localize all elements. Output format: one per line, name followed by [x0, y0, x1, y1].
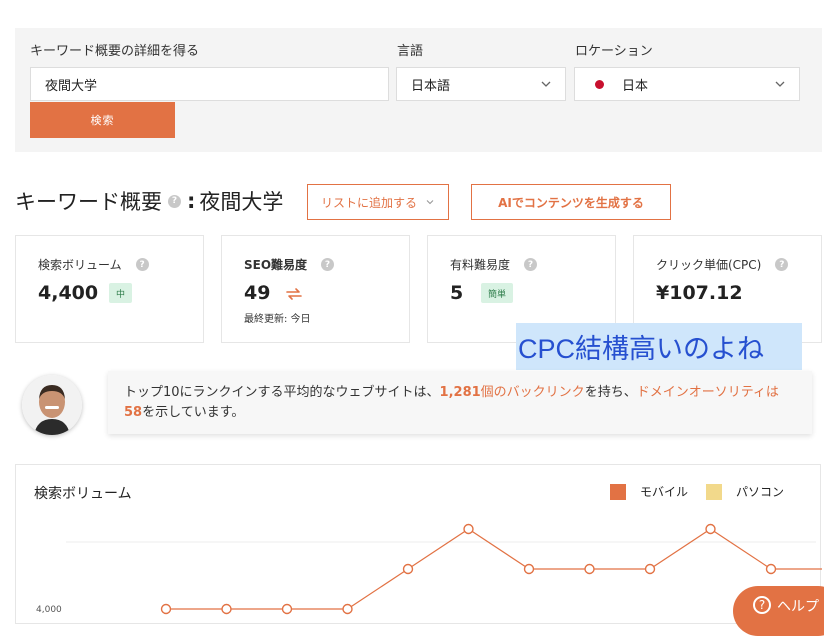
help-button[interactable]: ? ヘルプ: [733, 586, 824, 636]
help-question-icon[interactable]: ?: [524, 258, 538, 271]
backlink-count[interactable]: 1,281: [440, 385, 481, 400]
metric-label-row: 有料難易度?: [450, 256, 538, 273]
data-point[interactable]: [221, 603, 232, 615]
generate-ai-content-button[interactable]: AIでコンテンツを生成する: [471, 184, 671, 220]
overview-title-prefix: キーワード概要: [15, 190, 162, 214]
language-select-value: 日本語: [411, 78, 451, 94]
metric-label: 有料難易度: [450, 258, 511, 272]
metric-value: ¥107.12: [656, 282, 743, 304]
volume-level-badge: 中: [109, 283, 133, 303]
metric-label: SEO難易度: [244, 258, 308, 272]
language-label: 言語: [397, 44, 424, 59]
location-select-value: 日本: [622, 78, 649, 94]
search-button[interactable]: 検索: [30, 102, 175, 138]
data-point[interactable]: [160, 603, 172, 615]
metric-value: 5: [450, 282, 464, 304]
domain-authority-value[interactable]: 58: [124, 405, 142, 420]
data-point[interactable]: [705, 523, 716, 535]
domain-authority-link[interactable]: ドメインオーソリティは: [637, 385, 779, 400]
overview-title-separator: :: [187, 189, 196, 213]
metric-label-row: SEO難易度?: [244, 256, 335, 273]
keyword-input[interactable]: 夜間大学: [30, 67, 389, 101]
help-question-icon[interactable]: ?: [135, 258, 149, 271]
data-point[interactable]: [463, 523, 474, 535]
keyword-input-value: 夜間大学: [45, 78, 98, 94]
metric-card-seo-difficulty: SEO難易度? 49 最終更新: 今日: [221, 235, 410, 343]
data-point[interactable]: [644, 563, 656, 575]
metric-label-row: 検索ボリューム?: [38, 256, 149, 273]
backlink-insight: トップ10にランクインする平均的なウェブサイトは、1,281個のバックリンクを持…: [108, 371, 812, 434]
data-point[interactable]: [402, 563, 414, 575]
help-question-icon[interactable]: ?: [168, 194, 181, 208]
search-volume-line-chart: [66, 523, 822, 615]
metric-label: 検索ボリューム: [38, 258, 122, 272]
avatar: [22, 375, 82, 435]
insight-text: トップ10にランクインする平均的なウェブサイトは、: [124, 385, 440, 400]
generate-ai-content-label: AIでコンテンツを生成する: [498, 195, 644, 210]
help-label: ヘルプ: [777, 599, 819, 615]
data-point[interactable]: [765, 563, 777, 575]
metric-value: 4,400: [38, 282, 99, 304]
series-line-mobile: [166, 528, 822, 610]
overview-title-keyword: 夜間大学: [199, 190, 284, 214]
location-select[interactable]: 日本: [574, 67, 800, 101]
add-to-list-button[interactable]: リストに追加する: [307, 184, 449, 220]
page-title: キーワード概要 ? : 夜間大学: [15, 186, 283, 216]
language-select[interactable]: 日本語: [396, 67, 566, 101]
metric-card-search-volume: 検索ボリューム? 4,400 中: [15, 235, 204, 343]
metric-value: 49: [244, 282, 271, 304]
paid-level-badge: 簡単: [481, 283, 514, 303]
help-circle-icon: ?: [753, 596, 771, 614]
help-question-icon[interactable]: ?: [775, 258, 789, 271]
annotation-note: CPC結構高いのよね: [516, 323, 802, 370]
data-point[interactable]: [584, 563, 595, 575]
insight-text: を持ち、: [584, 385, 637, 400]
search-volume-chart-card: 検索ボリューム モバイル パソコン 4,000: [15, 464, 822, 624]
refresh-icon[interactable]: [285, 286, 303, 302]
help-question-icon[interactable]: ?: [321, 258, 335, 271]
data-point[interactable]: [281, 603, 293, 615]
add-to-list-label: リストに追加する: [320, 195, 417, 210]
chevron-down-icon: [775, 81, 785, 87]
chevron-down-icon: [541, 81, 551, 87]
last-updated-text: 最終更新: 今日: [244, 314, 311, 325]
data-point[interactable]: [523, 563, 535, 575]
metric-label-row: クリック単価(CPC)?: [656, 256, 789, 273]
location-label: ロケーション: [575, 44, 653, 59]
chevron-down-icon: [426, 200, 434, 205]
metric-label: クリック単価(CPC): [656, 258, 762, 272]
avatar-portrait: [22, 375, 82, 435]
keyword-label: キーワード概要の詳細を得る: [30, 44, 200, 59]
data-point[interactable]: [342, 603, 353, 615]
insight-text: を示しています。: [142, 405, 245, 420]
japan-flag-icon: [595, 79, 604, 89]
backlink-link[interactable]: 個のバックリンク: [481, 385, 585, 400]
